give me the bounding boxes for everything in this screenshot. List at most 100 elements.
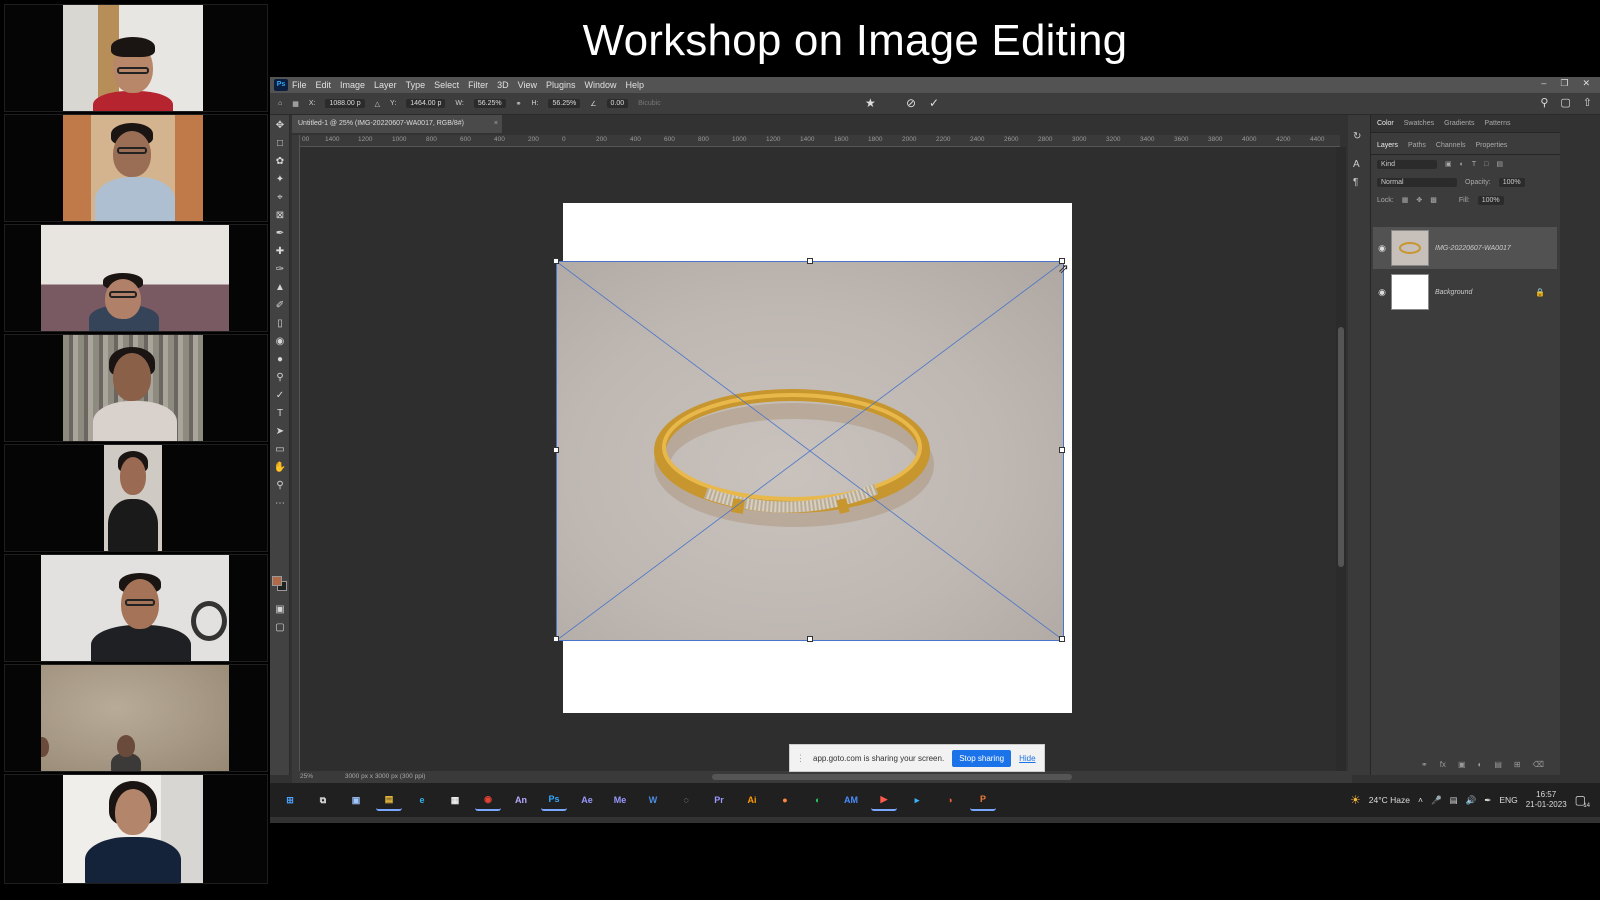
dodge-tool-icon[interactable]: ⚲ [273, 371, 287, 385]
tab-layers[interactable]: Layers [1377, 142, 1398, 149]
blur-tool-icon[interactable]: ● [273, 353, 287, 367]
app-am-icon[interactable]: AM [838, 789, 864, 811]
tab-channels[interactable]: Channels [1436, 142, 1466, 149]
menu-filter[interactable]: Filter [468, 80, 488, 90]
eyedropper-tool-icon[interactable]: ✒ [273, 227, 287, 241]
cancel-transform-icon[interactable]: ⊘ [906, 96, 916, 110]
stop-sharing-button[interactable]: Stop sharing [952, 749, 1012, 767]
menu-edit[interactable]: Edit [316, 80, 332, 90]
paragraph-icon[interactable]: ¶ [1353, 177, 1358, 188]
mask-icon[interactable]: ▣ [1458, 760, 1466, 769]
transform-handle[interactable] [553, 636, 559, 642]
zoom-level[interactable]: 25% [300, 773, 313, 780]
frame-tool-icon[interactable]: ⊠ [273, 209, 287, 223]
menu-layer[interactable]: Layer [374, 80, 397, 90]
y-field[interactable]: 1464.00 p [406, 99, 446, 108]
menu-type[interactable]: Type [406, 80, 426, 90]
history-icon[interactable]: ↻ [1353, 131, 1361, 142]
new-layer-icon[interactable]: ⊞ [1514, 760, 1521, 769]
transform-handle[interactable] [807, 258, 813, 264]
store-icon[interactable]: ▦ [442, 789, 468, 811]
media-encoder-icon[interactable]: Me [607, 789, 633, 811]
filter-adjust-icon[interactable]: ◐ [1460, 161, 1464, 168]
delete-layer-icon[interactable]: ⌫ [1533, 760, 1544, 769]
participant-tile[interactable] [4, 224, 268, 332]
warp-icon[interactable]: ★ [865, 96, 876, 110]
menu-view[interactable]: View [518, 80, 537, 90]
link-icon[interactable]: ⚭ [516, 100, 522, 108]
network-icon[interactable]: ▤ [1450, 795, 1458, 806]
layer-name[interactable]: IMG-20220607-WA0017 [1435, 245, 1511, 252]
edge-icon[interactable]: e [409, 789, 435, 811]
after-effects-icon[interactable]: Ae [574, 789, 600, 811]
participant-tile[interactable] [4, 334, 268, 442]
pen-tool-icon[interactable]: ✓ [273, 389, 287, 403]
transform-handle[interactable] [553, 258, 559, 264]
transform-handle[interactable] [1059, 636, 1065, 642]
foreground-color-swatch[interactable] [272, 576, 282, 586]
menu-select[interactable]: Select [434, 80, 459, 90]
pen-icon[interactable]: ✒ [1484, 795, 1491, 806]
start-icon[interactable]: ⊞ [277, 789, 303, 811]
zoom-tool-icon[interactable]: ⚲ [273, 479, 287, 493]
paint-bucket-tool-icon[interactable]: ◉ [273, 335, 287, 349]
marquee-tool-icon[interactable]: □ [273, 137, 287, 151]
x-field[interactable]: 1088.00 p [325, 99, 365, 108]
transform-handle[interactable] [553, 447, 559, 453]
history-brush-tool-icon[interactable]: ✐ [273, 299, 287, 313]
camera-icon[interactable]: ▣ [343, 789, 369, 811]
stamp-tool-icon[interactable]: ▲ [273, 281, 287, 295]
opacity-field[interactable]: 100% [1498, 177, 1525, 187]
vertical-scrollbar[interactable] [1336, 147, 1346, 771]
participant-tile[interactable] [4, 554, 268, 662]
magic-wand-tool-icon[interactable]: ✦ [273, 173, 287, 187]
eraser-tool-icon[interactable]: ▯ [273, 317, 287, 331]
filter-smart-icon[interactable]: ▤ [1496, 160, 1503, 168]
filter-type-icon[interactable]: T [1472, 161, 1476, 168]
tab-paths[interactable]: Paths [1408, 142, 1426, 149]
participant-tile[interactable] [4, 114, 268, 222]
lock-all-icon[interactable]: ▩ [1430, 196, 1437, 204]
paint-icon[interactable]: ● [772, 789, 798, 811]
quick-mask-icon[interactable]: ▣ [273, 603, 287, 617]
weather-text[interactable]: 24°C Haze [1369, 795, 1410, 805]
language-indicator[interactable]: ENG [1499, 795, 1517, 805]
reference-point-icon[interactable]: ▦ [292, 100, 299, 108]
type-tool-icon[interactable]: T [273, 407, 287, 421]
lasso-tool-icon[interactable]: ✿ [273, 155, 287, 169]
width-field[interactable]: 56.25% [473, 99, 506, 108]
group-icon[interactable]: ▤ [1494, 760, 1502, 769]
shape-tool-icon[interactable]: ▭ [273, 443, 287, 457]
menu-image[interactable]: Image [340, 80, 365, 90]
hand-tool-icon[interactable]: ✋ [273, 461, 287, 475]
horizontal-scrollbar[interactable] [712, 774, 1072, 780]
tab-swatches[interactable]: Swatches [1404, 120, 1434, 127]
fx-icon[interactable]: fx [1440, 760, 1446, 769]
microphone-icon[interactable]: 🎤 [1431, 795, 1442, 806]
document-info[interactable]: 3000 px x 3000 px (300 ppi) [345, 773, 426, 780]
link-layers-icon[interactable]: ⚭ [1421, 760, 1428, 769]
crop-tool-icon[interactable]: ⌖ [273, 191, 287, 205]
powerpoint-icon[interactable]: ◑ [937, 789, 963, 811]
illustrator-icon[interactable]: Ai [739, 789, 765, 811]
impress-icon[interactable]: P [970, 789, 996, 811]
tab-properties[interactable]: Properties [1476, 142, 1508, 149]
interpolation-select[interactable]: Bicubic [638, 100, 661, 107]
clock[interactable]: 16:57 21-01-2023 [1526, 790, 1567, 810]
commit-transform-icon[interactable]: ✓ [929, 96, 939, 110]
path-selection-tool-icon[interactable]: ➤ [273, 425, 287, 439]
canvas-area[interactable]: ⇗ [300, 147, 1336, 771]
document-tab[interactable]: Untitled-1 @ 25% (IMG-20220607-WA0017, R… [292, 115, 502, 133]
goto-icon[interactable]: ▸ [904, 789, 930, 811]
notification-icon[interactable]: ▢ 14 [1575, 793, 1590, 809]
move-tool-icon[interactable]: ✥ [273, 119, 287, 133]
transform-handle[interactable] [807, 636, 813, 642]
search-icon[interactable]: ⚲ [1540, 96, 1548, 109]
restore-icon[interactable]: ❐ [1560, 78, 1568, 89]
healing-tool-icon[interactable]: ✚ [273, 245, 287, 259]
animate-icon[interactable]: An [508, 789, 534, 811]
participant-tile[interactable] [4, 664, 268, 772]
menu-3d[interactable]: 3D [497, 80, 509, 90]
transform-handle[interactable] [1059, 447, 1065, 453]
layer-row-background[interactable]: ◉ Background 🔒 [1373, 271, 1557, 313]
